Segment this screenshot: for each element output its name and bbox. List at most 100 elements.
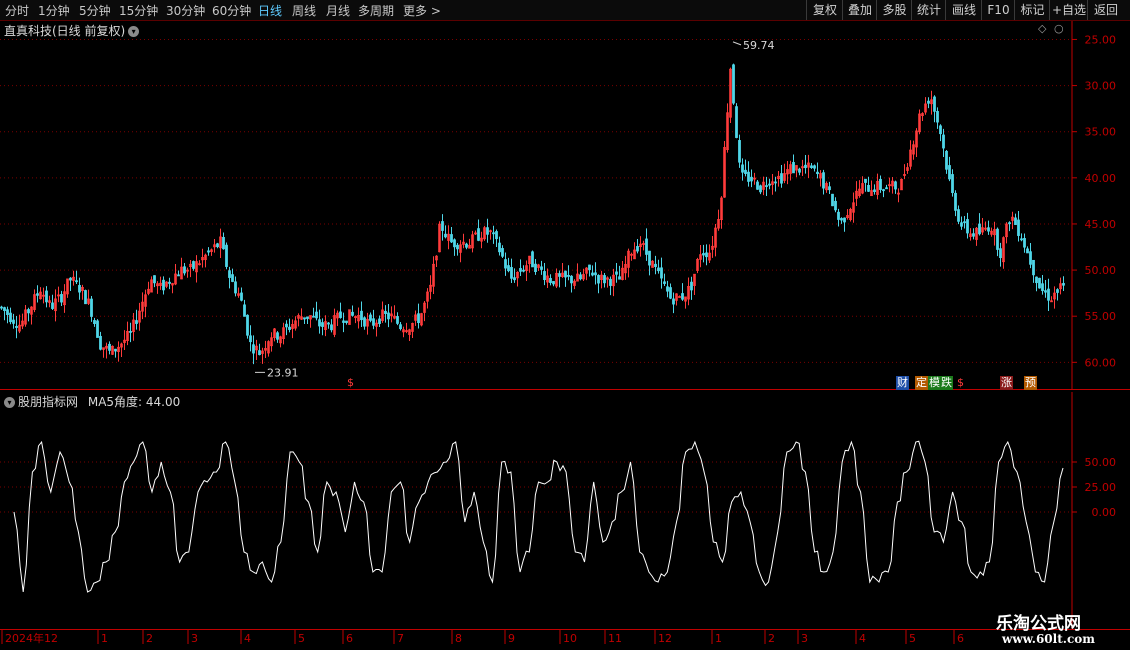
back-button[interactable]: 返回 xyxy=(1087,0,1124,20)
y-tick-label: 45.00 xyxy=(1085,218,1117,231)
candle-body xyxy=(339,311,342,318)
candle-body xyxy=(933,96,936,112)
candle-body xyxy=(966,219,969,234)
candle-body xyxy=(1008,222,1011,225)
candle-body xyxy=(399,324,402,330)
candle-body xyxy=(972,233,975,237)
candle-body xyxy=(345,320,348,323)
period-15min[interactable]: 15分钟 xyxy=(119,2,158,19)
candle-body xyxy=(258,350,261,356)
overlay-button[interactable]: 叠加 xyxy=(842,0,877,20)
candle-body xyxy=(231,274,234,282)
drop-badge[interactable]: 跌 xyxy=(940,376,953,390)
candle-body xyxy=(15,325,18,328)
candle-body xyxy=(942,134,945,149)
period-30min[interactable]: 30分钟 xyxy=(166,2,205,19)
candle-body xyxy=(615,271,618,275)
ma5-angle-line xyxy=(13,440,1064,593)
candle-body xyxy=(177,274,180,277)
watermark-url: www.60lt.com xyxy=(1002,632,1095,646)
x-tick-label: 2024年12 xyxy=(5,631,58,645)
candle-body xyxy=(228,270,231,278)
candle-body xyxy=(303,317,306,320)
candle-body xyxy=(798,168,801,173)
x-tick-label: 5 xyxy=(298,632,305,645)
period-monthly[interactable]: 月线 xyxy=(326,2,350,19)
candle-body xyxy=(513,277,516,281)
candle-body xyxy=(240,292,243,301)
period-5min[interactable]: 5分钟 xyxy=(79,2,111,19)
x-tick-label: 4 xyxy=(244,632,251,645)
x-tick-label: 6 xyxy=(346,632,353,645)
candle-body xyxy=(183,266,186,274)
candle-body xyxy=(372,318,375,326)
candle-body xyxy=(243,304,246,317)
x-tick-label: 10 xyxy=(563,632,577,645)
rise-badge[interactable]: 涨 xyxy=(1000,376,1013,390)
candle-body xyxy=(951,174,954,193)
candle-body xyxy=(666,286,669,292)
candle-body xyxy=(1056,289,1059,293)
period-multi[interactable]: 多周期 xyxy=(358,2,394,19)
add-watchlist-button[interactable]: +自选 xyxy=(1049,0,1088,20)
candle-body xyxy=(549,278,552,283)
candle-body xyxy=(207,250,210,253)
finance-badge[interactable]: 财 xyxy=(896,376,909,390)
adjust-button[interactable]: 复权 xyxy=(806,0,843,20)
draw-line-button[interactable]: 画线 xyxy=(945,0,982,20)
candle-body xyxy=(1035,276,1038,284)
candle-body xyxy=(192,261,195,269)
period-fenshi[interactable]: 分时 xyxy=(5,2,29,19)
candle-body xyxy=(1023,238,1026,248)
candle-body xyxy=(396,316,399,324)
candle-body xyxy=(27,309,30,314)
candle-body xyxy=(705,252,708,258)
dividend-badge-2[interactable]: $ xyxy=(956,376,965,390)
forecast-badge[interactable]: 预 xyxy=(1024,376,1037,390)
candle-body xyxy=(1017,219,1020,236)
candle-body xyxy=(1038,277,1041,289)
candle-body xyxy=(1062,283,1065,286)
candle-body xyxy=(495,231,498,240)
fixed-badge[interactable]: 定 xyxy=(915,376,928,390)
candle-body xyxy=(978,223,981,235)
candle-body xyxy=(378,318,381,324)
dividend-badge[interactable]: $ xyxy=(346,376,355,390)
candlestick-chart[interactable]: 60.00 55.00 50.00 45.00 40.00 35.00 30.00 25.00… xyxy=(0,21,1130,390)
y-tick-label: 35.00 xyxy=(1085,126,1117,139)
candle-body xyxy=(507,265,510,272)
candle-body xyxy=(867,185,870,192)
period-60min[interactable]: 60分钟 xyxy=(212,2,251,19)
multi-stock-button[interactable]: 多股 xyxy=(876,0,912,20)
y-tick-label: 40.00 xyxy=(1085,172,1117,185)
candle-body xyxy=(945,150,948,170)
high-pointer xyxy=(732,41,742,46)
candle-body xyxy=(957,209,960,222)
candle-body xyxy=(1020,238,1023,241)
statistics-button[interactable]: 统计 xyxy=(911,0,946,20)
mark-button[interactable]: 标记 xyxy=(1014,0,1050,20)
f10-button[interactable]: F10 xyxy=(981,0,1015,20)
candle-body xyxy=(477,228,480,241)
candle-body xyxy=(954,192,957,211)
candle-body xyxy=(873,189,876,192)
period-1min[interactable]: 1分钟 xyxy=(38,2,70,19)
candle-body xyxy=(12,319,15,324)
period-more[interactable]: 更多 > xyxy=(403,2,441,19)
candle-body xyxy=(417,313,420,324)
period-daily[interactable]: 日线 xyxy=(258,2,282,19)
candle-body xyxy=(885,187,888,190)
candle-body xyxy=(780,173,783,184)
candle-body xyxy=(498,242,501,253)
candle-body xyxy=(78,285,81,293)
indicator-chart[interactable]: 50.00 25.00 0.00 xyxy=(0,392,1130,630)
candle-body xyxy=(840,218,843,221)
candle-body xyxy=(36,293,39,296)
candle-body xyxy=(234,281,237,294)
candle-body xyxy=(465,243,468,248)
y-tick-label: 0.00 xyxy=(1092,506,1117,519)
candle-body xyxy=(813,165,816,169)
period-toolbar: 分时 1分钟 5分钟 15分钟 30分钟 60分钟 日线 周线 月线 多周期 更… xyxy=(0,0,1130,21)
candle-body xyxy=(882,189,885,192)
period-weekly[interactable]: 周线 xyxy=(292,2,316,19)
